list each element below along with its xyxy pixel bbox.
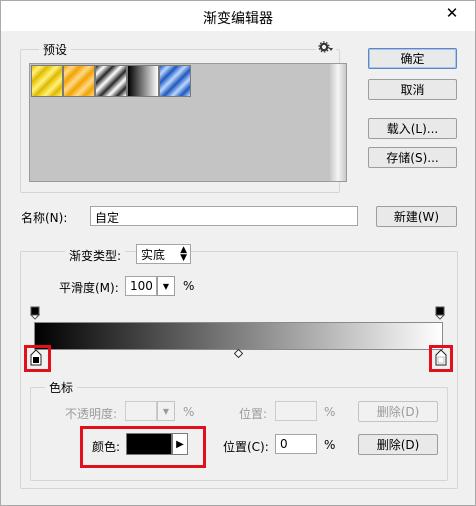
smoothness-dropdown-button[interactable]: ▼ — [157, 276, 175, 296]
color-position-input[interactable]: 0 — [275, 434, 317, 454]
opacity-position-unit: % — [324, 405, 336, 419]
opacity-position-input[interactable] — [275, 401, 317, 421]
color-delete-button[interactable]: 删除(D) — [358, 434, 438, 455]
color-menu-button[interactable]: ▶ — [172, 433, 188, 455]
chevron-down-icon: ▼ — [162, 406, 170, 416]
select-arrows-icon: ▲ ▼ — [180, 245, 187, 263]
close-icon: ✕ — [445, 4, 459, 22]
color-label: 颜色: — [92, 440, 121, 454]
name-input[interactable]: 自定 — [90, 206, 358, 226]
color-stop-right[interactable] — [435, 349, 447, 366]
opacity-label: 不透明度: — [65, 407, 118, 421]
opacity-position-label: 位置: — [239, 407, 268, 421]
opacity-stop-left[interactable] — [30, 306, 40, 320]
stops-legend: 色标 — [45, 379, 78, 396]
new-button[interactable]: 新建(W) — [376, 206, 457, 227]
opacity-stop-right[interactable] — [435, 306, 445, 320]
name-label: 名称(N): — [21, 211, 68, 225]
chevron-down-icon: ▼ — [162, 281, 170, 291]
cancel-button[interactable]: 取消 — [368, 79, 457, 100]
window-title: 渐变编辑器 — [203, 11, 273, 27]
triangle-right-icon: ▶ — [176, 438, 184, 450]
gradient-type-select[interactable]: 实底 ▲ ▼ — [136, 244, 191, 264]
color-position-unit: % — [324, 438, 336, 452]
preset-swatch-orange[interactable] — [63, 65, 95, 97]
opacity-input[interactable] — [125, 401, 157, 421]
smoothness-input[interactable]: 100 — [125, 276, 157, 296]
preset-swatch-blue[interactable] — [159, 65, 191, 97]
presets-menu-button[interactable] — [316, 41, 336, 56]
presets-legend: 预设 — [39, 41, 72, 58]
load-button[interactable]: 载入(L)... — [368, 118, 457, 139]
smoothness-label: 平滑度(M): — [59, 281, 119, 295]
smoothness-unit: % — [183, 279, 195, 293]
preset-scrollbar[interactable] — [330, 64, 346, 181]
close-button[interactable]: ✕ — [433, 1, 471, 25]
title-bar[interactable]: 渐变编辑器 ✕ — [1, 1, 475, 31]
gradient-preview-bar[interactable] — [34, 322, 443, 350]
preset-swatch-list[interactable] — [29, 63, 347, 182]
ok-button[interactable]: 确定 — [368, 48, 457, 69]
gradient-type-value: 实底 — [141, 247, 166, 262]
midpoint-diamond-icon[interactable] — [234, 349, 243, 358]
color-position-label: 位置(C): — [223, 440, 269, 454]
color-stop-left[interactable] — [30, 349, 42, 366]
color-swatch[interactable] — [126, 433, 172, 455]
opacity-unit: % — [183, 405, 195, 419]
gradient-type-label: 渐变类型: — [65, 247, 126, 264]
preset-swatch-yellow[interactable] — [31, 65, 63, 97]
gradient-editor-window: 渐变编辑器 ✕ 预设 确定 取消 载入(L)... 存储(S)... 名称(N)… — [0, 0, 476, 506]
preset-swatch-black-white-stripes[interactable] — [95, 65, 127, 97]
gear-icon — [318, 41, 333, 53]
opacity-dropdown-button[interactable]: ▼ — [157, 401, 175, 421]
save-button[interactable]: 存储(S)... — [368, 147, 457, 168]
opacity-delete-button[interactable]: 删除(D) — [358, 401, 438, 422]
preset-swatch-black-white[interactable] — [127, 65, 159, 97]
